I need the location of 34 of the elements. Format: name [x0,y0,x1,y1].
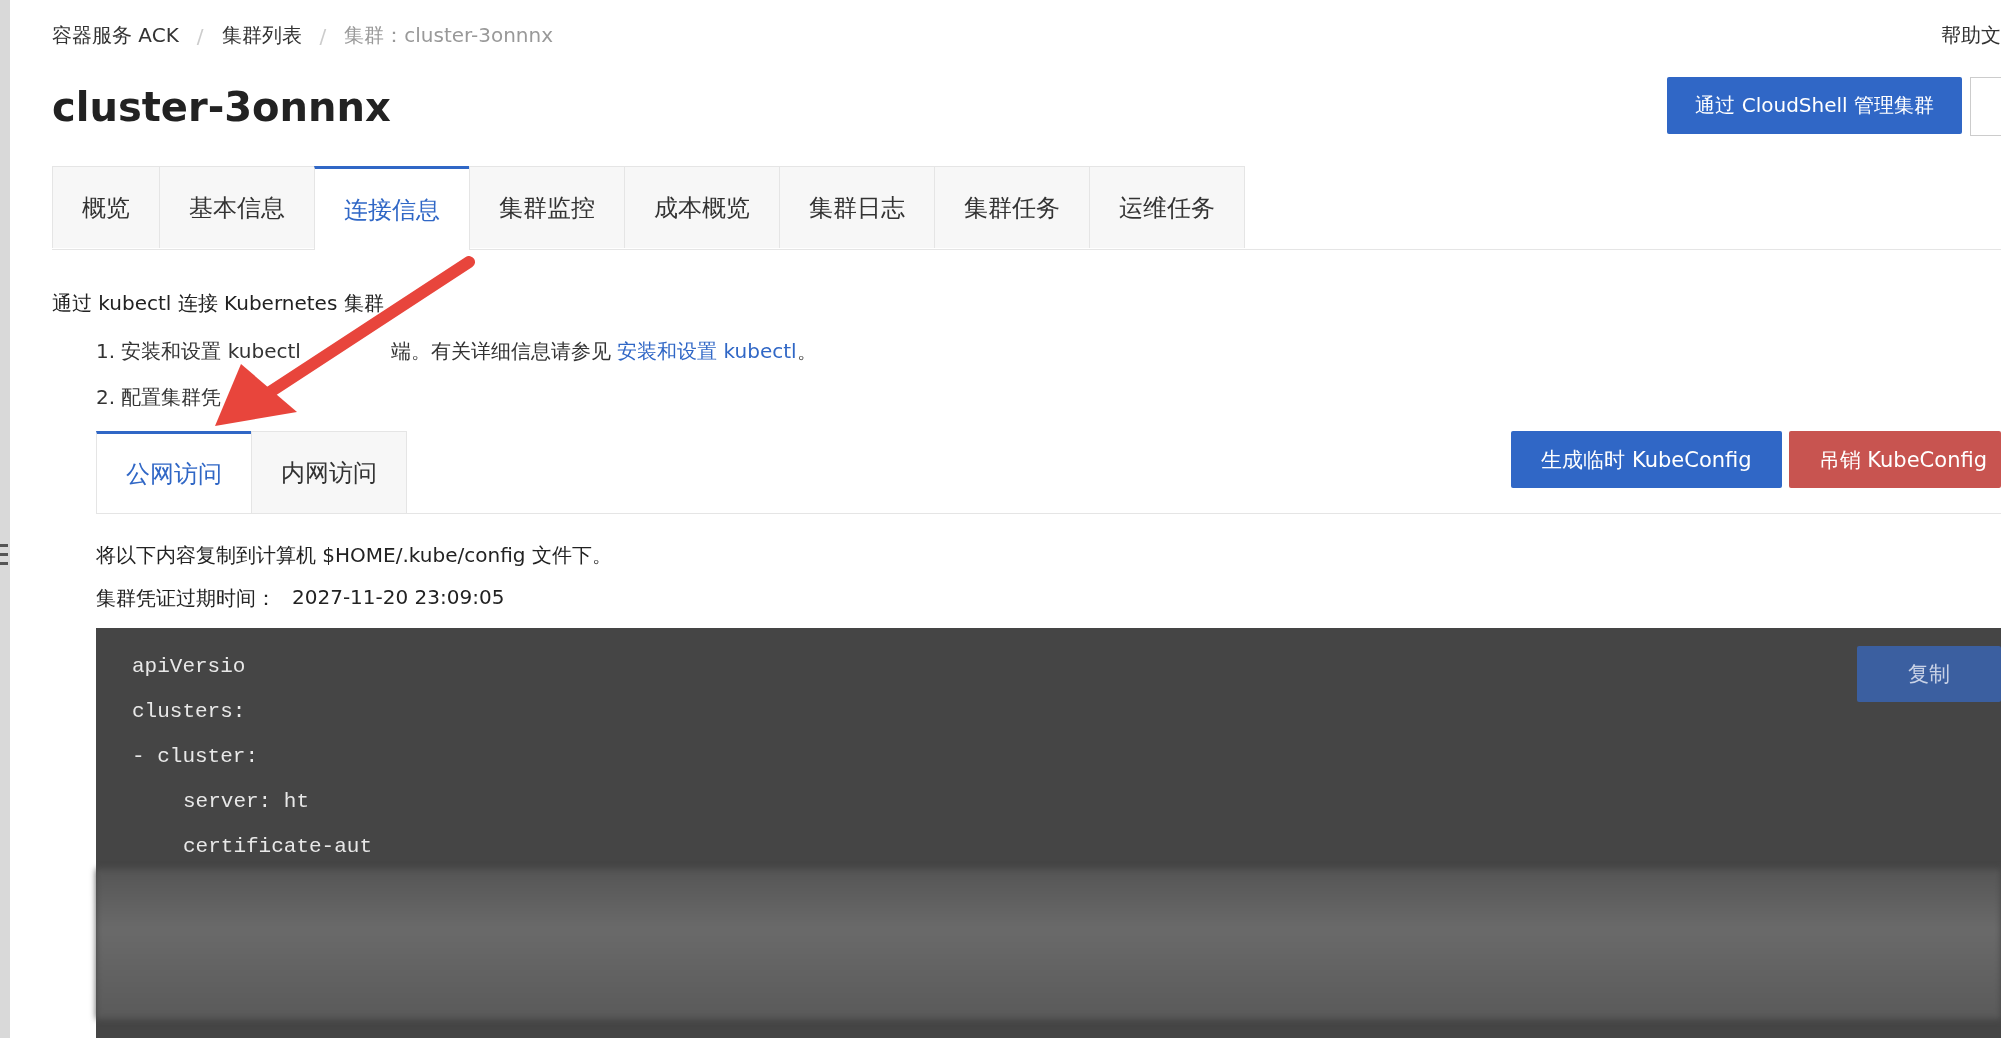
step-text: 2. 配置集群凭 [96,385,222,409]
code-line: clusters: [132,699,246,725]
step-text: 端。有关详细信息请参见 安装和设置 kubectl。 [390,339,817,363]
expiry-label: 集群凭证过期时间： [96,585,276,612]
access-tab[interactable]: 公网访问 [96,431,252,513]
revoke-button[interactable]: 吊销 KubeConfig [1788,431,2001,488]
tab[interactable]: 概览 [52,166,160,248]
breadcrumb-separator: / [319,23,327,48]
tab[interactable]: 运维任务 [1089,166,1245,248]
tab[interactable]: 连接信息 [314,166,470,250]
menu-icon[interactable] [0,542,10,568]
step-text: 1. 安装和设置 kubectl [96,339,301,363]
expiry-value: 2027-11-20 23:09:05 [292,585,505,611]
intro-text: 通过 kubectl 连接 Kubernetes 集群 [52,290,385,317]
tab[interactable]: 集群监控 [469,166,625,248]
tab[interactable]: 成本概览 [624,166,780,248]
tab[interactable]: 集群日志 [779,166,935,248]
install-link[interactable]: 安装和设置 kubectl [617,339,797,363]
copy-hint: 将以下内容复制到计算机 $HOME/.kube/config 文件下。 [96,542,613,569]
code-line: - cluster: [132,744,259,770]
tab[interactable]: 基本信息 [159,166,315,248]
breadcrumb-link[interactable]: 容器服务 ACK [52,22,179,49]
generate-button[interactable]: 生成临时 KubeConfig [1511,431,1782,488]
access-tab[interactable]: 内网访问 [251,431,407,513]
code-line: apiVersio [132,654,246,680]
breadcrumb-link[interactable]: 集群列表 [221,22,302,49]
tab[interactable]: 集群任务 [934,166,1090,248]
page-title: cluster-3onnnx [52,83,391,130]
code-line: certificate-aut [182,834,373,860]
breadcrumb-separator: / [196,23,204,48]
help-link[interactable]: 帮助文 [1941,22,2001,49]
copy-button[interactable]: 复制 [1857,646,2001,702]
code-line: server: ht [182,789,310,815]
cloudshell-button[interactable]: 通过 CloudShell 管理集群 [1667,77,1962,134]
